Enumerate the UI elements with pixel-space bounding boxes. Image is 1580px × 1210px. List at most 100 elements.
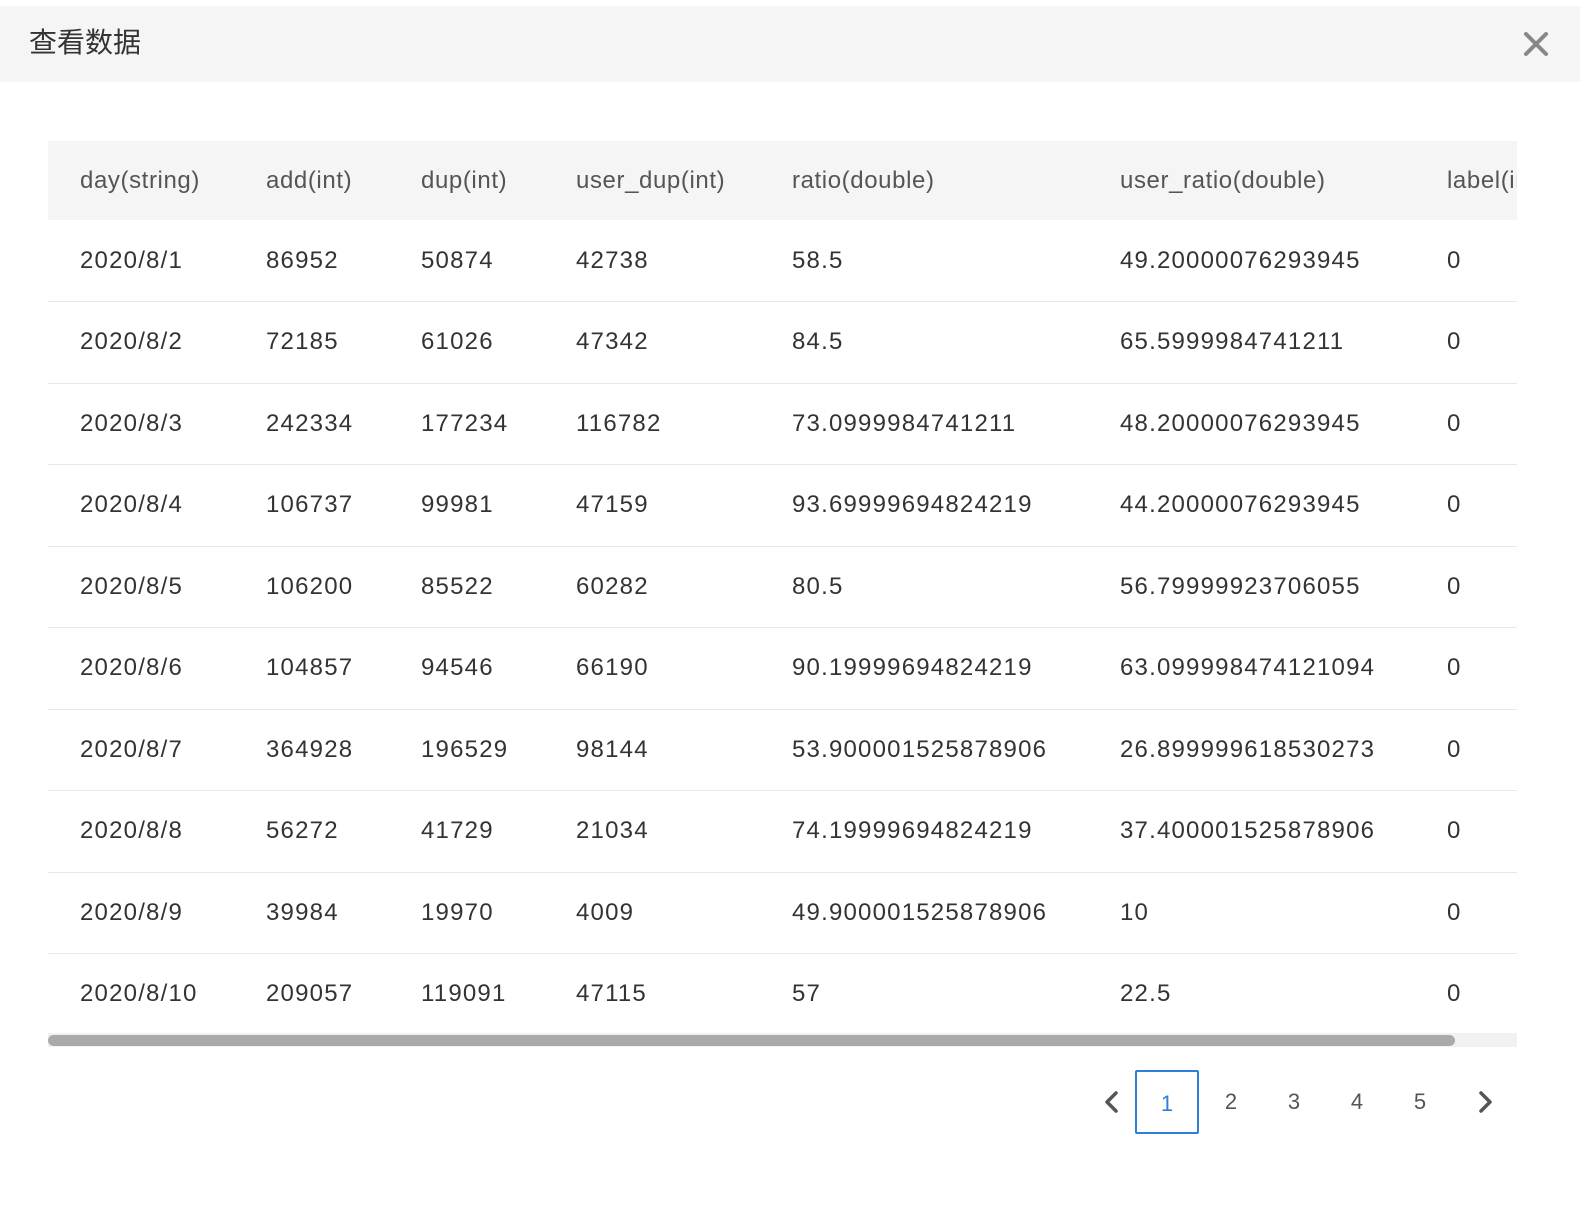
- cell-label: 0: [1447, 654, 1462, 682]
- column-header-add: add(int): [266, 166, 353, 194]
- cell-day: 2020/8/5: [80, 572, 184, 600]
- cell-add: 106737: [266, 491, 354, 519]
- cell-day: 2020/8/4: [80, 491, 184, 519]
- table-row: 2020/8/10 209057 119091 47115 57 22.5 0: [48, 954, 1517, 1034]
- chevron-right-icon: [1479, 1091, 1492, 1113]
- data-table-container: day(string) add(int) dup(int) user_dup(i…: [48, 141, 1517, 1033]
- column-header-day: day(string): [80, 166, 200, 194]
- cell-user-dup: 47159: [576, 491, 649, 519]
- cell-label: 0: [1447, 898, 1462, 926]
- table-row: 2020/8/7 364928 196529 98144 53.900001525878…: [48, 709, 1517, 791]
- cell-add: 106200: [266, 572, 354, 600]
- dialog-title: 查看数据: [29, 27, 142, 58]
- column-header-ratio: ratio(double): [792, 166, 935, 194]
- cell-add: 56272: [266, 817, 339, 845]
- cell-user-dup: 60282: [576, 572, 649, 600]
- cell-day: 2020/8/1: [80, 246, 184, 274]
- page-2-button[interactable]: 2: [1199, 1070, 1263, 1134]
- cell-ratio: 90.19999694824219: [792, 654, 1033, 682]
- cell-add: 39984: [266, 898, 339, 926]
- table-row: 2020/8/6 104857 94546 66190 90.1999969482421…: [48, 628, 1517, 709]
- cell-label: 0: [1447, 409, 1462, 437]
- column-header-dup: dup(int): [421, 166, 508, 194]
- cell-day: 2020/8/3: [80, 409, 184, 437]
- cell-user-ratio: 37.400001525878906: [1120, 817, 1376, 845]
- cell-dup: 196529: [421, 735, 509, 763]
- cell-day: 2020/8/2: [80, 328, 184, 356]
- close-button[interactable]: [1520, 28, 1552, 60]
- cell-day: 2020/8/8: [80, 817, 184, 845]
- column-header-label: label(int): [1447, 166, 1517, 194]
- table-row: 2020/8/8 56272 41729 21034 74.19999694824219…: [48, 791, 1517, 872]
- cell-ratio: 53.900001525878906: [792, 735, 1048, 763]
- cell-label: 0: [1447, 246, 1462, 274]
- column-header-user-dup: user_dup(int): [576, 166, 726, 194]
- cell-label: 0: [1447, 491, 1462, 519]
- data-table: day(string) add(int) dup(int) user_dup(i…: [48, 141, 1517, 1033]
- cell-dup: 99981: [421, 491, 494, 519]
- table-row: 2020/8/1 86952 50874 42738 58.5 49.2000007629…: [48, 220, 1517, 302]
- cell-dup: 85522: [421, 572, 494, 600]
- cell-user-dup: 42738: [576, 246, 649, 274]
- cell-label: 0: [1447, 572, 1462, 600]
- table-row: 2020/8/2 72185 61026 47342 84.5 65.5999984741…: [48, 302, 1517, 383]
- cell-user-ratio: 65.5999984741211: [1120, 328, 1345, 356]
- page-5-button[interactable]: 5: [1388, 1070, 1452, 1134]
- cell-ratio: 93.69999694824219: [792, 491, 1033, 519]
- cell-ratio: 58.5: [792, 246, 844, 274]
- cell-user-dup: 98144: [576, 735, 649, 763]
- cell-user-dup: 4009: [576, 898, 635, 926]
- cell-ratio: 57: [792, 980, 822, 1008]
- cell-user-dup: 21034: [576, 817, 649, 845]
- cell-ratio: 73.0999984741211: [792, 409, 1017, 437]
- cell-dup: 94546: [421, 654, 494, 682]
- cell-label: 0: [1447, 817, 1462, 845]
- cell-user-dup: 66190: [576, 654, 649, 682]
- page-1-button[interactable]: 1: [1135, 1070, 1199, 1134]
- table-header-row: day(string) add(int) dup(int) user_dup(i…: [48, 141, 1517, 220]
- cell-ratio: 49.900001525878906: [792, 898, 1048, 926]
- cell-add: 209057: [266, 980, 354, 1008]
- cell-day: 2020/8/6: [80, 654, 184, 682]
- cell-ratio: 84.5: [792, 328, 844, 356]
- cell-user-dup: 47115: [576, 980, 647, 1008]
- table-body: 2020/8/1 86952 50874 42738 58.5 49.2000007629…: [48, 220, 1517, 1033]
- cell-dup: 61026: [421, 328, 494, 356]
- cell-user-ratio: 63.099998474121094: [1120, 654, 1376, 682]
- close-icon: [1524, 32, 1548, 56]
- cell-label: 0: [1447, 735, 1462, 763]
- dialog-header: 查看数据: [0, 6, 1580, 82]
- cell-add: 242334: [266, 409, 354, 437]
- table-row: 2020/8/3 242334 177234 116782 73.09999847412…: [48, 383, 1517, 465]
- cell-label: 0: [1447, 980, 1462, 1008]
- cell-ratio: 74.19999694824219: [792, 817, 1033, 845]
- page-3-button[interactable]: 3: [1262, 1070, 1326, 1134]
- cell-day: 2020/8/9: [80, 898, 184, 926]
- cell-dup: 19970: [421, 898, 494, 926]
- cell-day: 2020/8/7: [80, 735, 184, 763]
- cell-dup: 50874: [421, 246, 494, 274]
- cell-user-dup: 47342: [576, 328, 649, 356]
- next-page-button[interactable]: [1453, 1070, 1517, 1134]
- table-row: 2020/8/5 106200 85522 60282 80.5 56.799999237…: [48, 546, 1517, 628]
- page-4-button[interactable]: 4: [1325, 1070, 1389, 1134]
- horizontal-scrollbar[interactable]: [48, 1033, 1517, 1047]
- cell-user-ratio: 10: [1120, 898, 1150, 926]
- cell-user-ratio: 44.20000076293945: [1120, 491, 1361, 519]
- cell-add: 86952: [266, 246, 339, 274]
- cell-day: 2020/8/10: [80, 980, 198, 1008]
- cell-user-ratio: 49.20000076293945: [1120, 246, 1361, 274]
- cell-dup: 119091: [421, 980, 507, 1008]
- table-row: 2020/8/9 39984 19970 4009 49.900001525878906…: [48, 872, 1517, 954]
- cell-user-ratio: 26.899999618530273: [1120, 735, 1376, 763]
- cell-dup: 177234: [421, 409, 509, 437]
- chevron-left-icon: [1105, 1091, 1118, 1113]
- scrollbar-thumb[interactable]: [48, 1035, 1455, 1046]
- table-row: 2020/8/4 106737 99981 47159 93.6999969482421…: [48, 465, 1517, 546]
- cell-add: 364928: [266, 735, 354, 763]
- cell-user-ratio: 22.5: [1120, 980, 1172, 1008]
- view-data-dialog: 查看数据 day(string) add(int) dup(int) user_…: [0, 0, 1580, 1210]
- cell-user-ratio: 56.79999923706055: [1120, 572, 1361, 600]
- cell-user-ratio: 48.20000076293945: [1120, 409, 1361, 437]
- cell-add: 72185: [266, 328, 339, 356]
